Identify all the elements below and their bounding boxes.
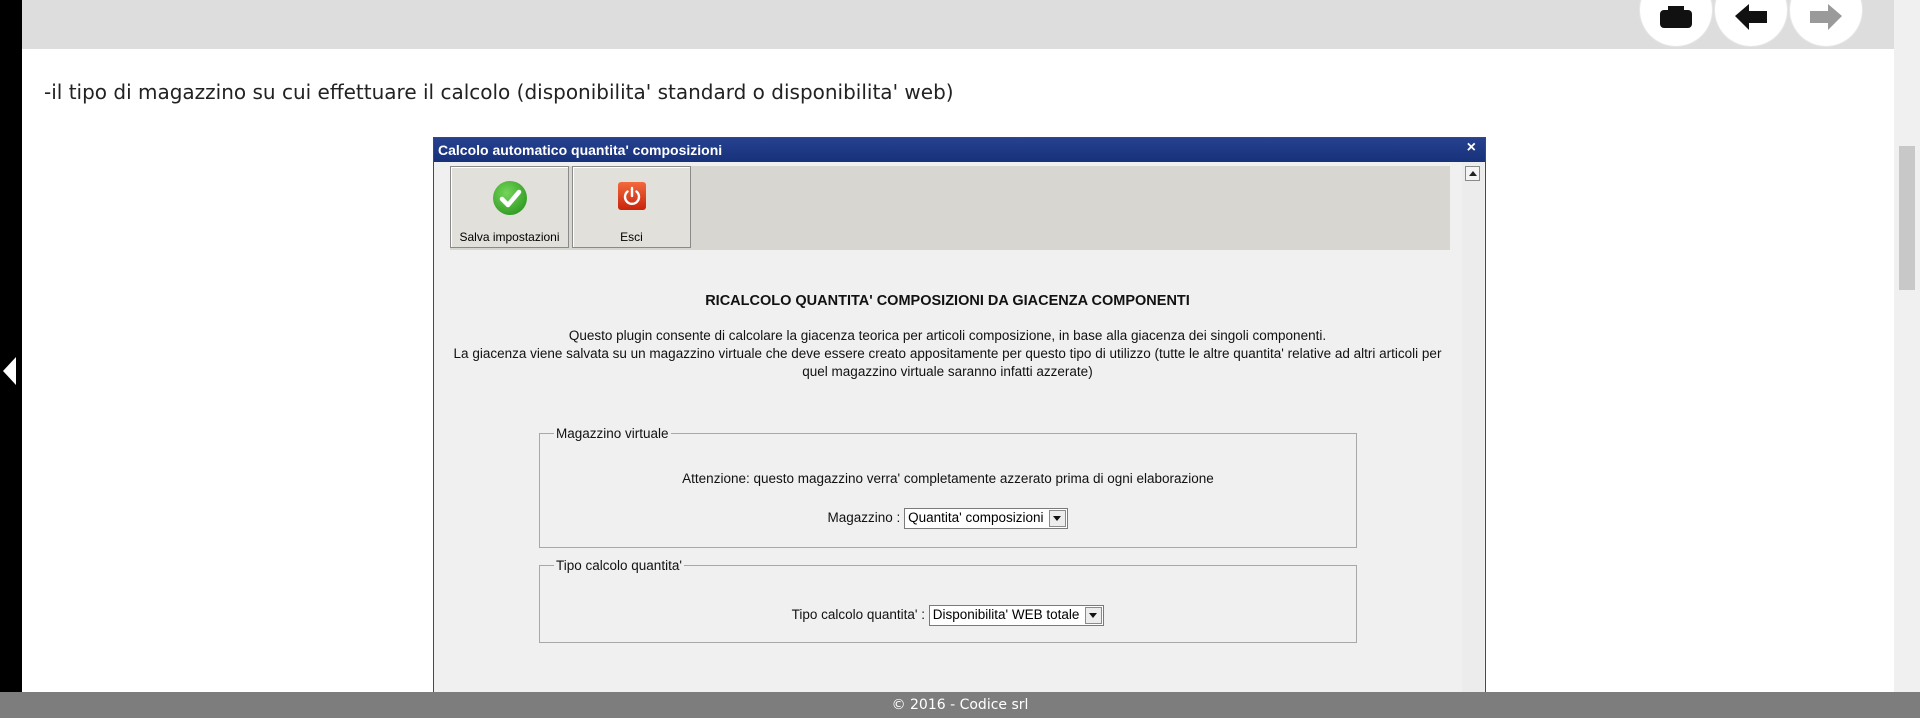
- dialog-scrollbar[interactable]: [1462, 162, 1484, 693]
- dialog-body: Salva impostazioni Esci RICALCOLO QUANTI…: [434, 162, 1461, 693]
- save-settings-button[interactable]: Salva impostazioni: [450, 166, 569, 248]
- dialog-title: Calcolo automatico quantita' composizion…: [438, 142, 723, 158]
- warehouse-row: Magazzino : Quantita' composizioni: [540, 508, 1356, 529]
- chevron-down-icon[interactable]: [1049, 510, 1067, 527]
- dialog-description: Questo plugin consente di calcolare la g…: [440, 327, 1455, 381]
- scroll-up-icon[interactable]: [1465, 166, 1480, 181]
- warehouse-select[interactable]: Quantita' composizioni: [904, 508, 1069, 529]
- page-scrollbar-thumb[interactable]: [1899, 146, 1915, 290]
- calc-type-select[interactable]: Disponibilita' WEB totale: [928, 605, 1105, 626]
- warehouse-label: Magazzino :: [827, 510, 901, 526]
- close-icon[interactable]: ×: [1467, 139, 1476, 157]
- dialog-heading: RICALCOLO QUANTITA' COMPOSIZIONI DA GIAC…: [705, 293, 1190, 309]
- calc-type-row: Tipo calcolo quantita' : Disponibilita' …: [540, 605, 1356, 626]
- intro-text: -il tipo di magazzino su cui effettuare …: [44, 80, 954, 104]
- checkmark-icon: [493, 181, 527, 215]
- exit-button[interactable]: Esci: [572, 166, 691, 248]
- print-icon: [1660, 5, 1692, 28]
- left-side-panel: [0, 0, 22, 718]
- description-line-2: La giacenza viene salvata su un magazzin…: [453, 346, 1442, 379]
- calc-type-legend: Tipo calcolo quantita': [556, 558, 682, 573]
- calc-type-group: Tipo calcolo quantita' Tipo calcolo quan…: [539, 558, 1357, 643]
- top-toolbar: [22, 0, 1894, 49]
- previous-page-arrow-icon[interactable]: [3, 357, 16, 385]
- back-button[interactable]: [1715, 0, 1787, 46]
- page-footer: © 2016 - Codice srl: [0, 692, 1920, 718]
- calc-type-label: Tipo calcolo quantita' :: [791, 607, 925, 623]
- virtual-warehouse-warning: Attenzione: questo magazzino verra' comp…: [682, 471, 1214, 486]
- print-button[interactable]: [1640, 0, 1712, 46]
- page-scrollbar[interactable]: [1894, 0, 1920, 692]
- dialog-title-bar: Calcolo automatico quantita' composizion…: [434, 138, 1485, 162]
- exit-label: Esci: [620, 230, 643, 244]
- calc-dialog: Calcolo automatico quantita' composizion…: [433, 137, 1486, 694]
- forward-arrow-icon: [1810, 3, 1842, 30]
- calc-type-select-value: Disponibilita' WEB totale: [932, 607, 1080, 622]
- virtual-warehouse-legend: Magazzino virtuale: [556, 426, 669, 441]
- power-icon: [618, 182, 646, 210]
- chevron-down-icon[interactable]: [1085, 607, 1103, 624]
- warehouse-select-value: Quantita' composizioni: [908, 510, 1044, 525]
- forward-button[interactable]: [1790, 0, 1862, 46]
- save-settings-label: Salva impostazioni: [459, 230, 560, 244]
- dialog-toolbar: Salva impostazioni Esci: [450, 166, 1450, 250]
- virtual-warehouse-group: Magazzino virtuale Attenzione: questo ma…: [539, 426, 1357, 548]
- back-arrow-icon: [1735, 3, 1767, 30]
- description-line-1: Questo plugin consente di calcolare la g…: [568, 328, 1327, 343]
